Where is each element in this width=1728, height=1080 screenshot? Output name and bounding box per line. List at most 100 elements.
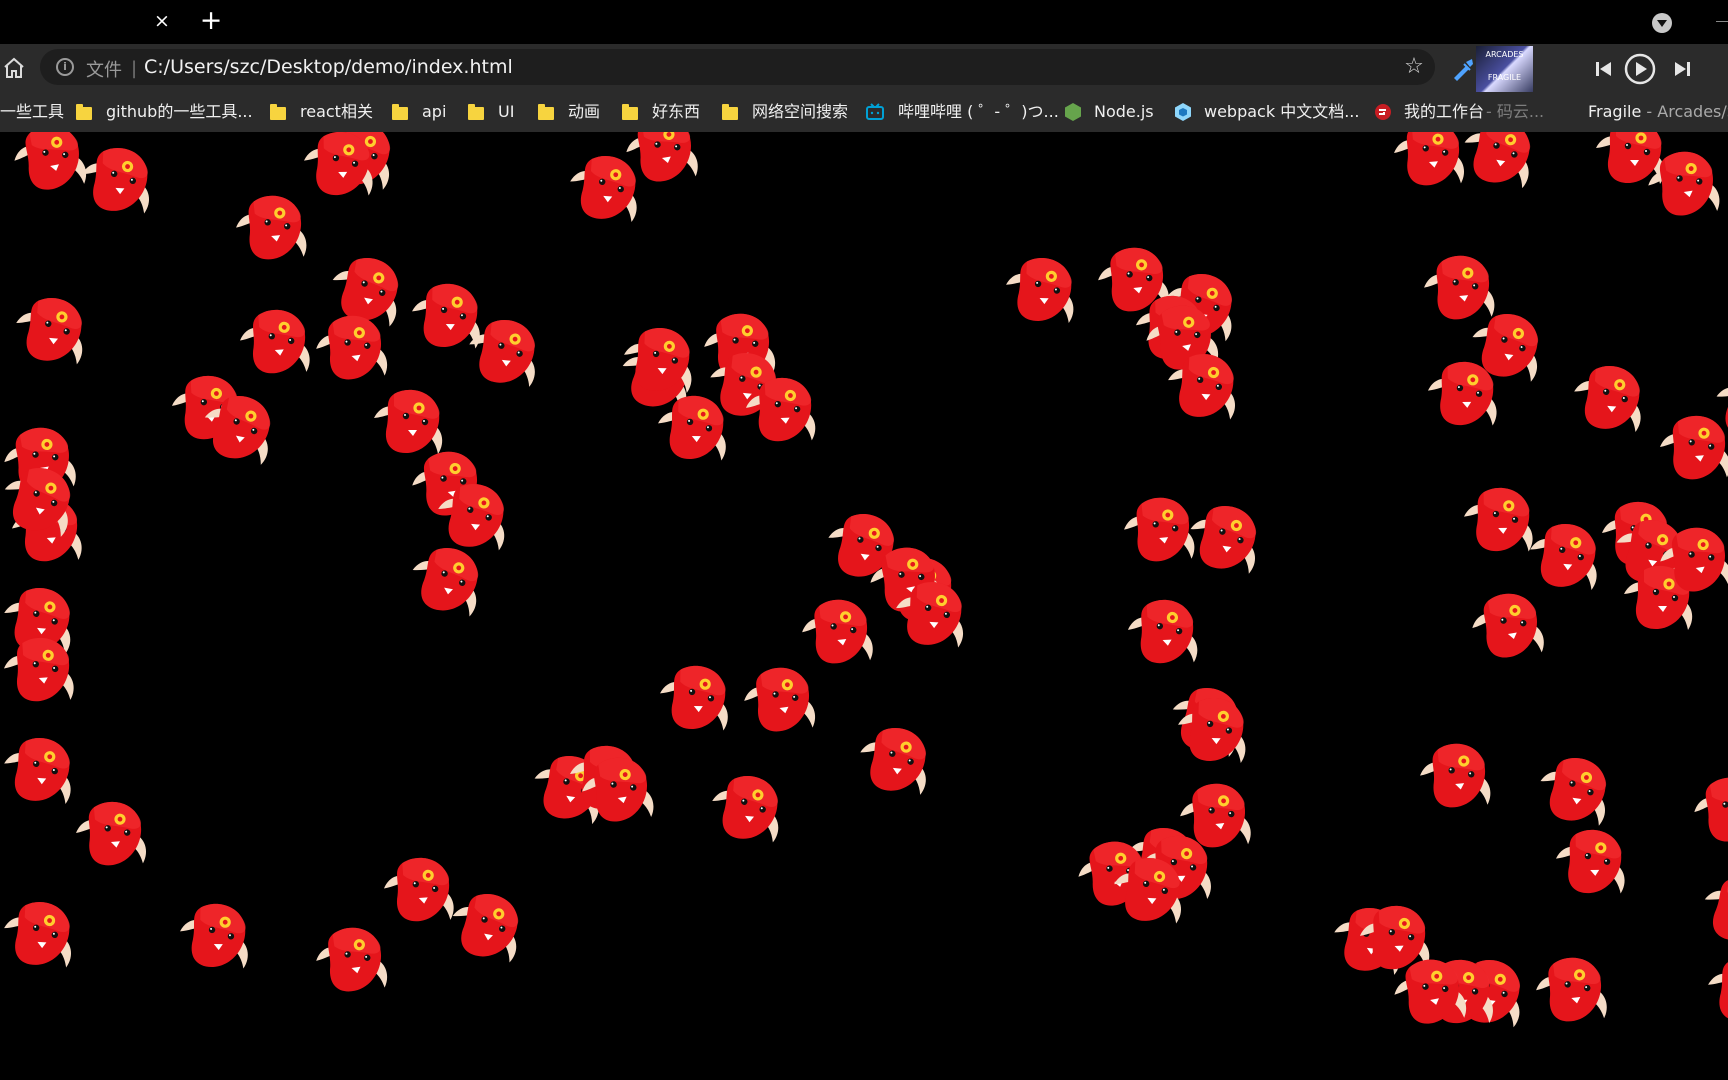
bookmark-item[interactable]: github的一些工具... (76, 100, 253, 124)
bookmark-item[interactable]: 好东西 (622, 100, 700, 124)
nodejs-icon (1065, 103, 1081, 121)
now-playing-artist: Arcades/S (1657, 102, 1728, 121)
webpack-icon (1175, 103, 1191, 121)
browser-toolbar: i 文件 | C:/Users/szc/Desktop/demo/index.h… (0, 44, 1728, 94)
bookmark-item[interactable]: 动画 (538, 100, 600, 124)
red-bird-sprite (1173, 691, 1253, 764)
red-bird-icon (659, 665, 729, 731)
red-bird-icon (0, 461, 78, 538)
bookmark-item[interactable]: 我的工作台 (1374, 100, 1484, 124)
red-bird-icon (577, 753, 656, 828)
home-icon[interactable] (2, 56, 26, 80)
red-bird-sprite (1694, 865, 1728, 949)
red-bird-sprite (69, 793, 153, 870)
bookmark-item[interactable]: 一些工具 (0, 100, 64, 124)
red-bird-sprite (740, 370, 822, 444)
bookmarks-bar: 一些工具 github的一些工具... react相关 api UI 动画 好东… (0, 92, 1728, 132)
red-bird-sprite (370, 384, 448, 454)
bookmark-item[interactable]: UI (468, 100, 514, 124)
red-bird-sprite (1707, 362, 1728, 443)
address-bar[interactable]: i 文件 | C:/Users/szc/Desktop/demo/index.h… (40, 49, 1435, 85)
close-tab-icon[interactable]: × (150, 8, 174, 34)
animation-canvas (0, 132, 1728, 1080)
bookmark-item[interactable]: 网络空间搜索 (722, 100, 848, 124)
bookmark-item[interactable]: api (392, 100, 446, 124)
bookmark-label: 好东西 (652, 102, 701, 121)
red-bird-sprite (890, 574, 972, 648)
red-bird-icon (13, 294, 87, 365)
red-bird-sprite (1122, 592, 1204, 666)
red-bird-icon (1527, 521, 1601, 591)
bookmark-item[interactable]: react相关 (270, 100, 373, 124)
red-bird-icon (1532, 954, 1609, 1027)
red-bird-icon (312, 311, 389, 385)
red-bird-sprite (0, 629, 80, 705)
red-bird-icon (567, 153, 641, 223)
bookmark-label: api (422, 102, 447, 121)
red-bird-sprite (705, 767, 789, 844)
red-bird-sprite (229, 186, 314, 264)
red-bird-sprite (0, 455, 84, 539)
tab-search-icon[interactable] (1652, 13, 1672, 33)
previous-track-icon[interactable] (1586, 55, 1620, 83)
eyedropper-icon[interactable] (1450, 56, 1476, 82)
tab-strip: × + (0, 0, 1728, 44)
folder-icon (538, 104, 554, 120)
red-bird-icon (709, 772, 783, 843)
bookmark-label: github的一些工具... (106, 102, 253, 121)
red-bird-icon (2, 900, 74, 968)
red-bird-icon (1126, 598, 1198, 666)
now-playing: Fragile - Arcades/S (1588, 100, 1728, 124)
album-art-icon[interactable]: ARCADES FRAGILE (1476, 46, 1533, 94)
red-bird-sprite (0, 894, 80, 968)
url-text[interactable]: C:/Users/szc/Desktop/demo/index.html (144, 56, 513, 78)
red-bird-sprite (175, 897, 254, 969)
ghost-label: - 码云... (1486, 102, 1545, 121)
red-bird-icon (1185, 501, 1262, 575)
red-bird-icon (465, 316, 541, 388)
red-bird-icon (894, 580, 966, 648)
red-bird-sprite (1551, 823, 1630, 895)
red-bird-icon (1697, 871, 1728, 948)
site-info-icon[interactable]: i (56, 58, 74, 76)
red-bird-icon (233, 192, 308, 264)
red-bird-sprite (1524, 515, 1607, 591)
red-bird-sprite (1463, 582, 1552, 664)
red-bird-icon (1655, 523, 1728, 598)
red-bird-sprite (1639, 140, 1727, 222)
folder-icon (392, 104, 408, 120)
red-bird-icon (238, 307, 311, 377)
play-icon[interactable] (1622, 52, 1658, 86)
red-bird-icon (446, 888, 525, 964)
red-bird-icon (1004, 256, 1076, 324)
bookmark-star-icon[interactable]: ☆ (1400, 53, 1428, 81)
red-bird-sprite (308, 305, 395, 385)
red-bird-icon (1112, 856, 1184, 924)
bookmark-item[interactable]: 哔哩哔哩 ( ゜- ゜)つ... (866, 100, 1059, 124)
red-bird-icon (1555, 829, 1625, 895)
new-tab-icon[interactable]: + (196, 6, 226, 36)
red-bird-sprite (736, 657, 823, 737)
red-bird-sprite (1413, 734, 1498, 812)
red-bird-icon (1706, 956, 1728, 1024)
bookmark-label: 我的工作台 (1404, 102, 1485, 121)
bookmark-item[interactable]: webpack 中文文档... (1174, 100, 1359, 124)
red-bird-sprite (1001, 251, 1081, 324)
red-bird-sprite (619, 321, 699, 394)
minimize-icon[interactable] (1716, 21, 1728, 22)
now-playing-separator: - (1646, 102, 1653, 121)
red-bird-sprite (431, 475, 515, 552)
next-track-icon[interactable] (1666, 55, 1700, 83)
red-bird-icon (1571, 363, 1645, 433)
red-bird-sprite (1108, 850, 1190, 924)
red-bird-sprite (234, 301, 317, 377)
red-bird-icon (740, 663, 817, 737)
red-bird-sprite (403, 536, 492, 618)
bookmark-item[interactable]: Node.js (1064, 100, 1154, 124)
red-bird-sprite (573, 746, 661, 828)
red-bird-icon (1166, 352, 1238, 420)
red-bird-sprite (1568, 357, 1651, 433)
red-bird-sprite (1532, 747, 1619, 827)
red-bird-icon (1389, 954, 1469, 1031)
red-bird-icon (1427, 361, 1497, 427)
